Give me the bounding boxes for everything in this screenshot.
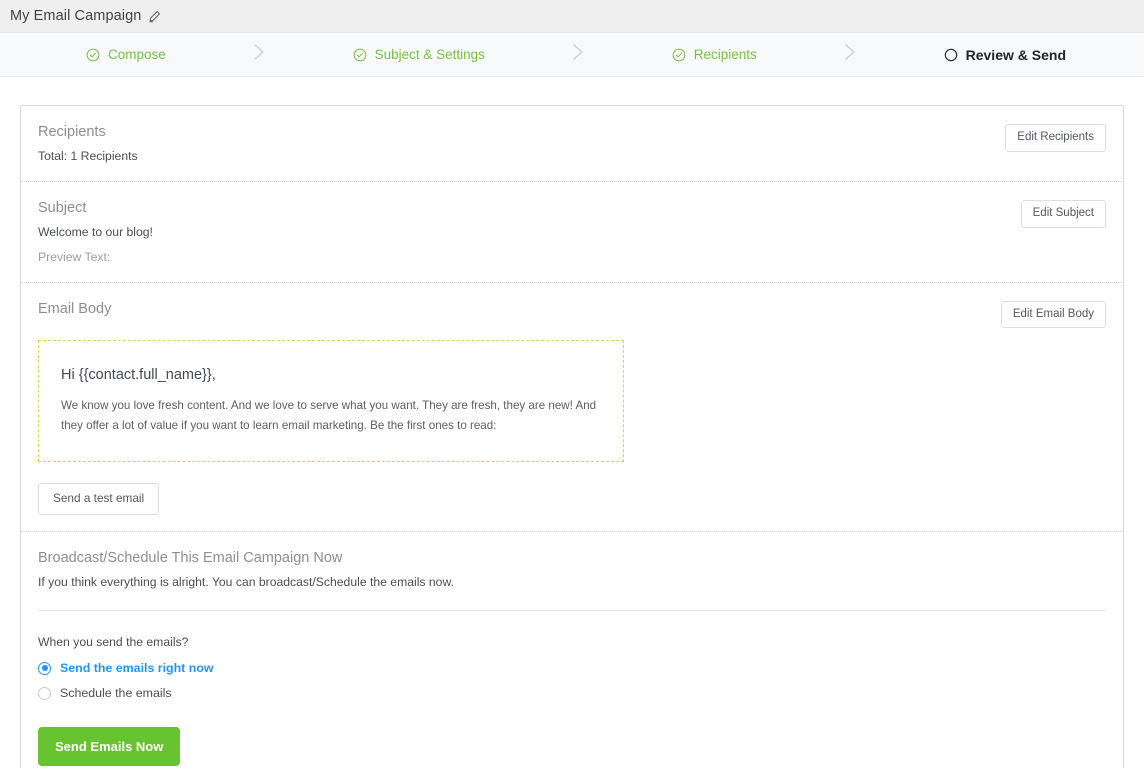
step-compose[interactable]: Compose — [86, 47, 166, 62]
step-label-compose: Compose — [108, 47, 166, 62]
radio-label-schedule: Schedule the emails — [60, 686, 172, 701]
chevron-right-icon — [570, 42, 586, 67]
send-timing-question: When you send the emails? — [38, 635, 189, 650]
recipients-total: Total: 1 Recipients — [38, 149, 138, 163]
preview-text-label: Preview Text: — [38, 249, 111, 264]
recipients-title: Recipients — [38, 124, 106, 140]
pencil-icon[interactable] — [148, 10, 161, 23]
subject-value: Welcome to our blog! — [38, 225, 153, 240]
step-review-send[interactable]: Review & Send — [944, 47, 1066, 63]
radio-label-send-now: Send the emails right now — [60, 661, 214, 676]
chevron-right-icon — [842, 42, 858, 67]
page-body: Recipients Total: 1 Recipients Edit Reci… — [0, 77, 1144, 768]
email-body-preview: Hi {{contact.full_name}}, We know you lo… — [38, 340, 624, 463]
section-subject: Subject Welcome to our blog! Preview Tex… — [21, 181, 1123, 282]
email-body-greeting: Hi {{contact.full_name}}, — [61, 367, 216, 384]
radio-selected-icon — [38, 661, 51, 675]
broadcast-title: Broadcast/Schedule This Email Campaign N… — [38, 550, 343, 567]
check-circle-icon — [672, 48, 686, 62]
check-circle-icon — [353, 48, 367, 62]
step-label-recipients: Recipients — [693, 47, 757, 62]
campaign-stepper: Compose Subject & Settings Recipients Re… — [0, 33, 1144, 77]
stepper-slot-compose: Compose — [86, 47, 166, 62]
check-circle-icon — [86, 48, 100, 62]
section-email-body: Email Body Edit Email Body Hi {{contact.… — [21, 281, 1123, 531]
step-label-subject-settings: Subject & Settings — [374, 47, 485, 62]
circle-icon — [944, 48, 958, 62]
stepper-separator-3 — [757, 42, 944, 67]
step-subject-settings[interactable]: Subject & Settings — [353, 47, 485, 62]
broadcast-description: If you think everything is alright. You … — [38, 575, 454, 590]
stepper-separator-2 — [485, 42, 672, 67]
stepper-slot-review: Review & Send — [944, 47, 1066, 63]
radio-schedule[interactable]: Schedule the emails — [38, 686, 172, 700]
step-recipients[interactable]: Recipients — [672, 47, 757, 62]
edit-email-body-button[interactable]: Edit Email Body — [1000, 300, 1106, 329]
stepper-separator-1 — [166, 42, 353, 67]
stepper-slot-subject: Subject & Settings — [353, 47, 485, 62]
page-title: My Email Campaign — [10, 8, 142, 24]
send-test-email-button[interactable]: Send a test email — [38, 483, 160, 516]
title-bar: My Email Campaign — [0, 0, 1144, 33]
review-card: Recipients Total: 1 Recipients Edit Reci… — [20, 105, 1124, 768]
subject-title: Subject — [38, 200, 87, 217]
email-body-paragraph: We know you love fresh content. And we l… — [61, 399, 597, 432]
edit-subject-button[interactable]: Edit Subject — [1020, 200, 1106, 228]
edit-recipients-button[interactable]: Edit Recipients — [1005, 124, 1106, 152]
section-recipients: Recipients Total: 1 Recipients Edit Reci… — [21, 106, 1123, 181]
email-body-title: Email Body — [38, 300, 112, 317]
chevron-right-icon — [251, 42, 267, 67]
radio-unselected-icon — [38, 686, 51, 700]
radio-send-now[interactable]: Send the emails right now — [38, 661, 214, 675]
broadcast-divider — [38, 610, 1106, 612]
stepper-slot-recipients: Recipients — [672, 47, 757, 62]
send-emails-now-button[interactable]: Send Emails Now — [38, 727, 181, 767]
section-broadcast: Broadcast/Schedule This Email Campaign N… — [21, 531, 1123, 768]
step-label-review-send: Review & Send — [965, 46, 1066, 63]
